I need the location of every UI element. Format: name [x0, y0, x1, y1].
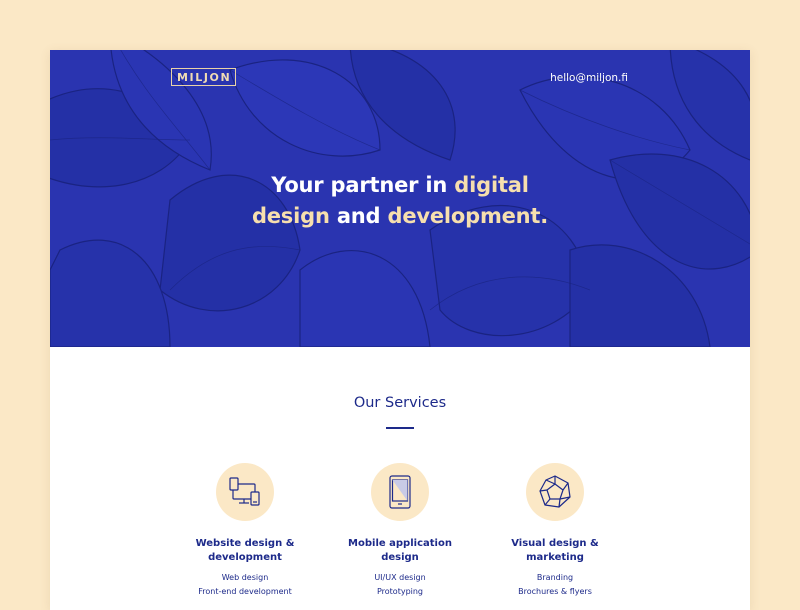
email-link[interactable]: hello@miljon.fi [550, 72, 628, 84]
service-subitems: Branding Brochures & flyers [480, 571, 630, 599]
headline-text: and [329, 204, 388, 228]
landing-page: MILJON hello@miljon.fi Your partner in d… [50, 50, 750, 610]
hero-headline: Your partner in digital design and devel… [50, 170, 750, 232]
headline-highlight: digital [454, 173, 529, 197]
service-subitem: UI/UX design [374, 573, 426, 582]
service-title-line: Mobile application [348, 538, 452, 549]
headline-highlight: design [251, 204, 330, 228]
heading-divider [386, 427, 414, 429]
service-subitem: Front-end development [198, 587, 292, 596]
service-card-mobile[interactable]: Mobile application design UI/UX design P… [325, 463, 475, 599]
service-title-line: marketing [526, 552, 584, 563]
service-subitem: Brochures & flyers [518, 587, 592, 596]
service-icon-circle [216, 463, 274, 521]
service-title-line: design [381, 552, 419, 563]
service-title-line: development [208, 552, 282, 563]
service-title-line: Website design & [195, 538, 295, 549]
service-icon-circle [526, 463, 584, 521]
service-title: Visual design & marketing [480, 537, 630, 565]
service-title-line: Visual design & [511, 538, 599, 549]
devices-icon [229, 477, 260, 506]
service-subitem: Prototyping [376, 587, 424, 596]
headline-text: Your partner in [271, 173, 455, 197]
logo[interactable]: MILJON [171, 68, 237, 86]
service-title: Website design & development [170, 537, 320, 565]
service-title: Mobile application design [325, 537, 475, 565]
headline-highlight: development. [387, 204, 549, 228]
polyhedron-icon [539, 475, 571, 508]
service-subitems: Web design Front-end development [170, 571, 320, 599]
service-card-website[interactable]: Website design & development Web design … [170, 463, 320, 599]
service-card-visual[interactable]: Visual design & marketing Branding Broch… [480, 463, 630, 599]
service-icon-circle [371, 463, 429, 521]
service-subitem: Web design [221, 573, 269, 582]
tablet-icon [389, 475, 411, 509]
section-heading: Our Services [353, 395, 447, 411]
hero-section: MILJON hello@miljon.fi Your partner in d… [50, 50, 750, 347]
service-subitem: Branding [536, 573, 574, 582]
service-subitems: UI/UX design Prototyping [325, 571, 475, 599]
services-section: Our Services Website design & developmen… [50, 347, 750, 610]
